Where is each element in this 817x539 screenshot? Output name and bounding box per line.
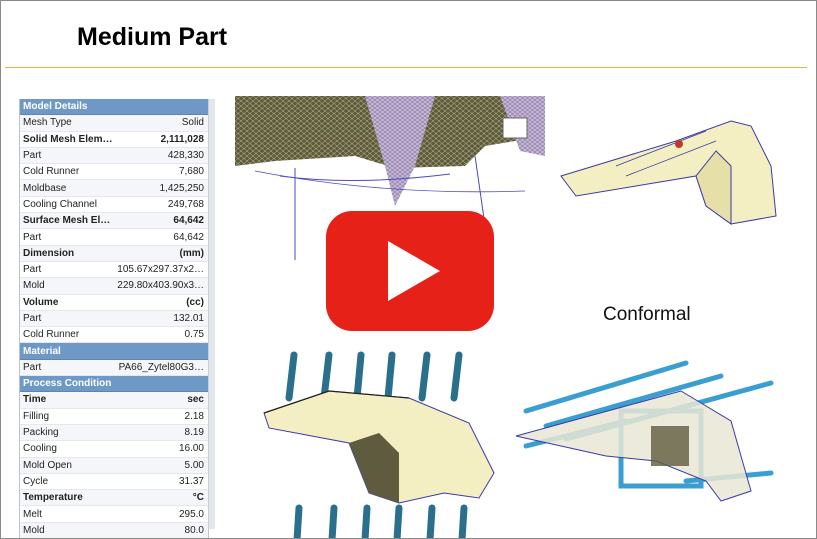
row-value: 295.0: [178, 508, 204, 520]
row-value: 229.80x403.90x3…: [117, 280, 204, 292]
row-label: Cold Runner: [23, 329, 80, 341]
table-row: Temperature °C: [20, 490, 208, 507]
slide-title: Medium Part: [77, 23, 228, 51]
row-value: 7,680: [178, 166, 204, 178]
row-value: 2.18: [184, 410, 204, 422]
row-label: Model Details: [23, 101, 88, 113]
table-row: Solid Mesh Elem… 2,111,028: [20, 132, 208, 148]
table-row: Dimension (mm): [20, 245, 208, 262]
conformal-label: Conformal: [603, 304, 691, 325]
row-value: (cc): [186, 296, 204, 308]
row-value: 0.75: [184, 329, 204, 341]
row-value: 8.19: [184, 427, 204, 439]
row-label: Moldbase: [23, 182, 67, 194]
row-label: Packing: [23, 427, 59, 439]
row-label: Mesh Type: [23, 117, 72, 129]
row-label: Process Condition: [23, 378, 112, 390]
row-label: Mold: [23, 524, 45, 536]
row-value: (mm): [179, 247, 204, 259]
row-label: Filling: [23, 410, 50, 422]
row-label: Dimension: [23, 247, 75, 259]
row-label: Solid Mesh Elem…: [23, 133, 112, 145]
table-row: Volume (cc): [20, 295, 208, 311]
row-value: 64,642: [173, 215, 204, 227]
model-details-table: Model Details Mesh Type Solid Solid Mesh El…: [19, 99, 209, 538]
table-row: Time sec: [20, 392, 208, 409]
part-iso-view-image: [556, 106, 781, 231]
title-divider: [5, 67, 807, 68]
row-value: 2,111,028: [160, 133, 204, 145]
row-value: PA66_Zytel80G3…: [118, 361, 204, 373]
table-row: Melt 295.0: [20, 506, 208, 523]
row-label: Time: [23, 394, 47, 406]
table-row: Filling 2.18: [20, 409, 208, 425]
row-value: sec: [187, 394, 204, 406]
table-section-header: Model Details: [20, 99, 208, 116]
table-row: Part 64,642: [20, 229, 208, 246]
row-label: Part: [23, 150, 42, 162]
row-value: °C: [192, 492, 204, 504]
table-row: Mold Open 5.00: [20, 457, 208, 474]
table-row: Mold 229.80x403.90x3…: [20, 278, 208, 295]
row-label: Part: [23, 361, 42, 373]
row-label: Cycle: [23, 475, 49, 487]
table-section-header: Process Condition: [20, 376, 208, 393]
row-label: Part: [23, 313, 42, 324]
row-value: 1,425,250: [159, 182, 205, 194]
row-label: Part: [23, 264, 42, 276]
conventional-cooling-image: [249, 343, 499, 538]
conformal-cooling-image: [506, 351, 791, 531]
table-row: Cooling Channel 249,768: [20, 197, 208, 214]
table-row: Moldbase 1,425,250: [20, 180, 208, 197]
row-value: 80.0: [184, 524, 204, 536]
table-row: Cold Runner 0.75: [20, 327, 208, 344]
table-row: Mesh Type Solid: [20, 115, 208, 132]
slide-frame: Medium Part Model Details Mesh Type Solid S…: [0, 0, 817, 539]
table-row: Cooling 16.00: [20, 441, 208, 458]
table-row: Part 105.67x297.37x2…: [20, 262, 208, 279]
table-scrollbar[interactable]: [208, 99, 215, 529]
row-label: Material: [23, 345, 61, 357]
row-value: 132.01: [173, 313, 204, 324]
youtube-play-icon[interactable]: [326, 211, 494, 331]
row-value: 31.37: [178, 475, 204, 487]
row-label: Mold: [23, 280, 45, 292]
table-row: Cycle 31.37: [20, 474, 208, 491]
row-value: 16.00: [178, 443, 204, 455]
table-row: Part 132.01: [20, 310, 208, 328]
row-label: Cooling: [23, 443, 57, 455]
table-section-header: Material: [20, 343, 208, 360]
table-row: Part PA66_Zytel80G3…: [20, 359, 208, 377]
row-value: 249,768: [167, 198, 204, 210]
table-row: Mold 80.0: [20, 522, 208, 538]
table-row: Surface Mesh El… 64,642: [20, 213, 208, 230]
row-label: Mold Open: [23, 459, 72, 471]
table-row: Packing 8.19: [20, 424, 208, 442]
row-value: 105.67x297.37x2…: [117, 264, 204, 276]
row-label: Cooling Channel: [23, 198, 97, 210]
row-label: Volume: [23, 296, 59, 308]
row-label: Part: [23, 231, 42, 243]
youtube-play-button[interactable]: [326, 211, 494, 331]
row-value: 428,330: [167, 150, 204, 162]
row-label: Surface Mesh El…: [23, 215, 111, 227]
table-row: Part 428,330: [20, 147, 208, 165]
row-label: Cold Runner: [23, 166, 80, 178]
row-label: Temperature: [23, 492, 83, 504]
row-label: Melt: [23, 508, 42, 520]
row-value: 5.00: [184, 459, 204, 471]
row-value: Solid: [181, 117, 204, 129]
row-value: 64,642: [173, 231, 204, 243]
table-row: Cold Runner 7,680: [20, 164, 208, 181]
